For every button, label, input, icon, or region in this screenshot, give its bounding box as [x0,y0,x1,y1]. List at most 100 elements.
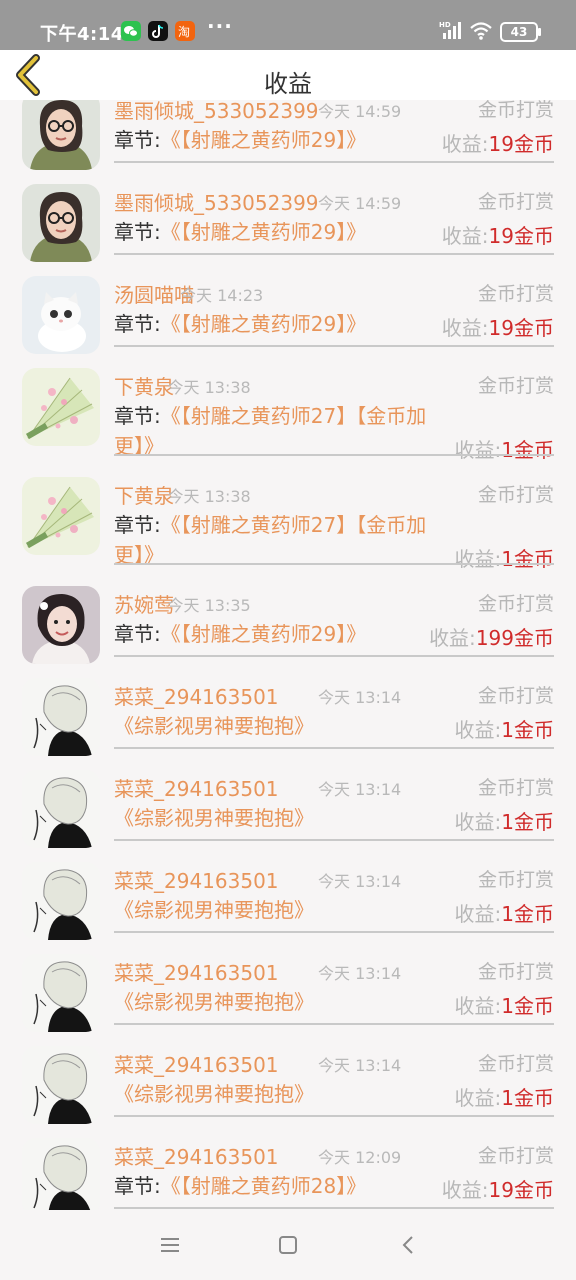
user-name[interactable]: 墨雨倾城_533052399 [114,187,319,216]
income-amount: 收益:1金币 [455,898,554,927]
chapter-title[interactable]: 《综影视男神要抱抱》 [114,806,314,830]
income-record-row[interactable]: 下黄泉 今天 13:38 金币打赏 章节:《【射雕之黄药师27】【金币加更】》 收益:1… [0,470,576,579]
reward-type: 金币打赏 [477,100,554,121]
user-name[interactable]: 墨雨倾城_533052399 [114,100,319,124]
chapter-link[interactable]: 章节:《【射雕之黄药师29】》 [114,217,414,247]
avatar[interactable] [22,678,100,756]
income-amount: 收益:1金币 [455,714,554,743]
system-back-button[interactable] [388,1230,428,1260]
income-record-row[interactable]: 菜菜_294163501 今天 13:14 金币打赏 《综影视男神要抱抱》 收益:1金币 [0,763,576,855]
avatar[interactable] [22,954,100,1032]
chapter-title[interactable]: 《【射雕之黄药师27】【金币加更】》 [114,404,426,458]
chapter-title[interactable]: 《【射雕之黄药师29】》 [161,622,366,646]
user-name[interactable]: 菜菜_294163501 [114,957,279,986]
chapter-title[interactable]: 《综影视男神要抱抱》 [114,1082,314,1106]
user-name[interactable]: 下黄泉 [114,480,174,509]
chapter-link[interactable]: 章节:《【射雕之黄药师29】》 [114,619,414,649]
coin-amount: 1金币 [501,1086,554,1110]
avatar[interactable] [22,184,100,262]
income-record-row[interactable]: 下黄泉 今天 13:38 金币打赏 章节:《【射雕之黄药师27】【金币加更】》 收益:1… [0,361,576,470]
system-nav-bar [0,1210,576,1280]
menu-button[interactable] [150,1230,190,1260]
income-list[interactable]: 墨雨倾城_533052399 今天 14:59 金币打赏 章节:《【射雕之黄药师29】… [0,100,576,1210]
coin-amount: 1金币 [501,547,554,571]
record-time: 今天 14:59 [318,194,402,213]
chapter-title[interactable]: 《【射雕之黄药师28】》 [161,1174,366,1198]
user-name[interactable]: 菜菜_294163501 [114,1049,279,1078]
income-label: 收益: [441,1178,489,1202]
row-divider [114,1023,554,1025]
income-amount: 收益:1金币 [455,543,554,572]
income-record-row[interactable]: 墨雨倾城_533052399 今天 14:59 金币打赏 章节:《【射雕之黄药师29】… [0,177,576,269]
user-name[interactable]: 菜菜_294163501 [114,681,279,710]
income-amount: 收益:1金币 [455,1082,554,1111]
income-label: 收益: [454,438,502,462]
income-label: 收益: [441,316,489,340]
income-record-row[interactable]: 墨雨倾城_533052399 今天 14:59 金币打赏章节:《【射雕之黄药师29】… [0,100,576,177]
avatar[interactable] [22,368,100,446]
row-divider [114,345,554,347]
home-square-icon[interactable] [268,1230,308,1260]
user-name[interactable]: 下黄泉 [114,371,174,400]
chapter-title[interactable]: 《综影视男神要抱抱》 [114,898,314,922]
avatar[interactable] [22,100,100,170]
chapter-title[interactable]: 《【射雕之黄药师27】【金币加更】》 [114,513,426,567]
reward-type: 金币打赏 [477,375,554,397]
income-record-row[interactable]: 苏婉莺 今天 13:35 金币打赏 章节:《【射雕之黄药师29】》 收益:199金币 [0,579,576,671]
income-amount: 收益:1金币 [455,434,554,463]
reward-type: 金币打赏 [477,1145,554,1167]
chapter-link[interactable]: 章节:《【射雕之黄药师28】》 [114,1171,414,1201]
income-record-row[interactable]: 菜菜_294163501 今天 12:09 金币打赏 章节:《【射雕之黄药师28】》收… [0,1131,576,1210]
coin-amount: 19金币 [488,224,554,248]
income-record-row[interactable]: 菜菜_294163501 今天 13:14 金币打赏 《综影视男神要抱抱》 收益:1金币 [0,671,576,763]
income-record-row[interactable]: 菜菜_294163501 今天 13:14 金币打赏 《综影视男神要抱抱》 收益:1金币 [0,1039,576,1131]
signal-icon: HD [439,20,463,40]
income-record-row[interactable]: 菜菜_294163501 今天 13:14 金币打赏 《综影视男神要抱抱》 收益:1金币 [0,947,576,1039]
income-amount: 收益:199金币 [429,622,554,651]
row-divider [114,931,554,933]
reward-type: 金币打赏 [477,685,554,707]
avatar[interactable] [22,477,100,555]
avatar[interactable] [22,586,100,664]
user-name[interactable]: 苏婉莺 [114,589,174,618]
record-time: 今天 14:59 [318,102,402,121]
chapter-link[interactable]: 章节:《【射雕之黄药师29】》 [114,309,414,339]
status-time: 下午4:14 [40,24,124,45]
user-name[interactable]: 菜菜_294163501 [114,1141,279,1170]
chapter-link[interactable]: 章节:《【射雕之黄药师27】【金币加更】》 [114,401,434,461]
income-amount: 收益:19金币 [442,220,554,249]
chapter-title[interactable]: 《【射雕之黄药师29】》 [161,128,366,152]
reward-type: 金币打赏 [477,961,554,983]
chapter-title[interactable]: 《综影视男神要抱抱》 [114,714,314,738]
income-record-row[interactable]: 菜菜_294163501 今天 13:14 金币打赏 《综影视男神要抱抱》 收益:1金币 [0,855,576,947]
menu-icon[interactable] [150,1230,190,1260]
avatar[interactable] [22,1138,100,1210]
chapter-link[interactable]: 《综影视男神要抱抱》 [114,1079,414,1109]
income-amount: 收益:19金币 [442,312,554,341]
chapter-link[interactable]: 章节:《【射雕之黄药师29】》 [114,125,414,155]
svg-text:淘: 淘 [178,25,190,39]
header-bar: 收益 [0,50,576,100]
chapter-link[interactable]: 章节:《【射雕之黄药师27】【金币加更】》 [114,510,434,570]
chapter-link[interactable]: 《综影视男神要抱抱》 [114,711,414,741]
user-name[interactable]: 菜菜_294163501 [114,773,279,802]
chapter-title[interactable]: 《【射雕之黄药师29】》 [161,220,366,244]
avatar[interactable] [22,1046,100,1124]
chapter-title[interactable]: 《【射雕之黄药师29】》 [161,312,366,336]
chapter-title[interactable]: 《综影视男神要抱抱》 [114,990,314,1014]
user-name[interactable]: 菜菜_294163501 [114,865,279,894]
chapter-link[interactable]: 《综影视男神要抱抱》 [114,987,414,1017]
avatar[interactable] [22,862,100,940]
wifi-icon [469,21,493,41]
avatar[interactable] [22,770,100,848]
back-arrow-icon[interactable] [388,1230,428,1260]
row-divider [114,161,554,163]
income-record-row[interactable]: 汤圆喵喵 今天 14:23 金币打赏 章节:《【射雕之黄药师29】》 收益:19金币 [0,269,576,361]
home-button[interactable] [268,1230,308,1260]
chapter-link[interactable]: 《综影视男神要抱抱》 [114,803,414,833]
row-divider [114,747,554,749]
avatar[interactable] [22,276,100,354]
record-time: 今天 13:14 [318,872,402,891]
chapter-link[interactable]: 《综影视男神要抱抱》 [114,895,414,925]
coin-amount: 1金币 [501,438,554,462]
